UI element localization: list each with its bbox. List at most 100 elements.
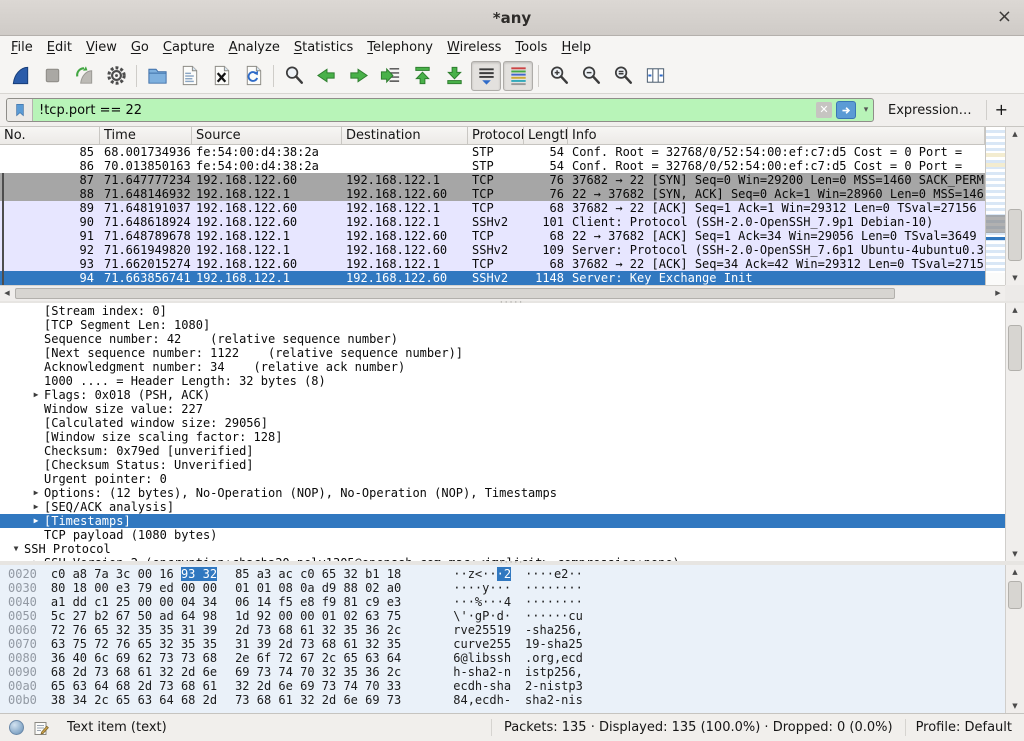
column-header-destination[interactable]: Destination xyxy=(342,127,468,144)
detail-item[interactable]: Acknowledgment number: 34 (relative ack … xyxy=(0,360,1005,374)
scroll-up-icon[interactable]: ▲ xyxy=(1006,565,1024,579)
column-header-length[interactable]: Length xyxy=(524,127,568,144)
detail-item[interactable]: Sequence number: 42 (relative sequence n… xyxy=(0,332,1005,346)
column-header-source[interactable]: Source xyxy=(192,127,342,144)
packet-row[interactable]: 9371.662015274192.168.122.60192.168.122.… xyxy=(0,257,985,271)
window-close-button[interactable]: × xyxy=(997,0,1012,34)
auto-scroll-icon[interactable] xyxy=(471,61,501,91)
zoom-in-icon[interactable] xyxy=(544,61,574,91)
hex-row[interactable]: 00b038 34 2c 65 63 64 68 2d73 68 61 32 2… xyxy=(0,693,1005,707)
detail-item[interactable]: ▼SSH Protocol xyxy=(0,542,1005,556)
scroll-down-icon[interactable]: ▼ xyxy=(1006,271,1024,285)
expander-down-icon[interactable]: ▼ xyxy=(8,542,24,556)
hex-row[interactable]: 009068 2d 73 68 61 32 2d 6e69 73 74 70 3… xyxy=(0,665,1005,679)
detail-item[interactable]: ▶Options: (12 bytes), No-Operation (NOP)… xyxy=(0,486,1005,500)
detail-item[interactable]: TCP payload (1080 bytes) xyxy=(0,528,1005,542)
expander-right-icon[interactable]: ▶ xyxy=(28,388,44,402)
find-packet-icon[interactable] xyxy=(279,61,309,91)
colorize-icon[interactable] xyxy=(503,61,533,91)
detail-item[interactable]: [Window size scaling factor: 128] xyxy=(0,430,1005,444)
open-file-icon[interactable] xyxy=(142,61,172,91)
save-file-icon[interactable] xyxy=(174,61,204,91)
packet-row[interactable]: 8971.648191037192.168.122.60192.168.122.… xyxy=(0,201,985,215)
close-file-icon[interactable] xyxy=(206,61,236,91)
packet-row[interactable]: 9071.648618924192.168.122.60192.168.122.… xyxy=(0,215,985,229)
intelligent-scrollbar-minimap[interactable] xyxy=(985,127,1005,285)
expert-info-icon[interactable] xyxy=(9,720,24,735)
detail-item[interactable]: ▶[SEQ/ACK analysis] xyxy=(0,500,1005,514)
scroll-up-icon[interactable]: ▲ xyxy=(1006,127,1024,141)
detail-item[interactable]: 1000 .... = Header Length: 32 bytes (8) xyxy=(0,374,1005,388)
packet-row[interactable]: 8771.647777234192.168.122.60192.168.122.… xyxy=(0,173,985,187)
column-header-time[interactable]: Time xyxy=(100,127,192,144)
go-forward-icon[interactable] xyxy=(343,61,373,91)
packet-row[interactable]: 8670.013850163fe:54:00:d4:38:2aSTP54Conf… xyxy=(0,159,985,173)
display-filter-value[interactable]: !tcp.port == 22 xyxy=(33,103,816,118)
menu-view[interactable]: View xyxy=(79,40,124,55)
hex-row[interactable]: 008036 40 6c 69 62 73 73 682e 6f 72 67 2… xyxy=(0,651,1005,665)
packet-row[interactable]: 8871.648146932192.168.122.1192.168.122.6… xyxy=(0,187,985,201)
column-header-info[interactable]: Info xyxy=(568,127,985,144)
hex-row[interactable]: 00a065 63 64 68 2d 73 68 6132 2d 6e 69 7… xyxy=(0,679,1005,693)
hex-row[interactable]: 006072 76 65 32 35 35 31 392d 73 68 61 3… xyxy=(0,623,1005,637)
go-back-icon[interactable] xyxy=(311,61,341,91)
packet-row[interactable]: 9471.663856741192.168.122.1192.168.122.6… xyxy=(0,271,985,285)
detail-item[interactable]: ▶[Timestamps] xyxy=(0,514,1005,528)
start-capture-icon[interactable] xyxy=(5,61,35,91)
scroll-up-icon[interactable]: ▲ xyxy=(1006,303,1024,317)
filter-clear-button[interactable]: ✕ xyxy=(816,102,832,118)
menu-statistics[interactable]: Statistics xyxy=(287,40,360,55)
menu-edit[interactable]: Edit xyxy=(40,40,79,55)
menu-file[interactable]: File xyxy=(4,40,40,55)
filter-add-button[interactable]: + xyxy=(986,100,1018,120)
scrollbar-thumb[interactable] xyxy=(1008,581,1022,609)
menu-go[interactable]: Go xyxy=(124,40,156,55)
zoom-original-icon[interactable] xyxy=(608,61,638,91)
packet-row[interactable]: 8568.001734936fe:54:00:d4:38:2aSTP54Conf… xyxy=(0,145,985,159)
menu-wireless[interactable]: Wireless xyxy=(440,40,508,55)
hex-row[interactable]: 007063 75 72 76 65 32 35 3531 39 2d 73 6… xyxy=(0,637,1005,651)
menu-capture[interactable]: Capture xyxy=(156,40,222,55)
expander-right-icon[interactable]: ▶ xyxy=(28,500,44,514)
hex-row[interactable]: 0020c0 a8 7a 3c 00 16 93 3285 a3 ac c0 6… xyxy=(0,567,1005,581)
detail-item[interactable]: [Calculated window size: 29056] xyxy=(0,416,1005,430)
packet-row[interactable]: 9271.661949820192.168.122.1192.168.122.6… xyxy=(0,243,985,257)
detail-item[interactable]: Urgent pointer: 0 xyxy=(0,472,1005,486)
filter-history-dropdown[interactable]: ▾ xyxy=(859,105,873,115)
expander-right-icon[interactable]: ▶ xyxy=(28,514,44,528)
reload-file-icon[interactable] xyxy=(238,61,268,91)
go-to-packet-icon[interactable] xyxy=(375,61,405,91)
menu-analyze[interactable]: Analyze xyxy=(222,40,287,55)
scrollbar-thumb[interactable] xyxy=(1008,325,1022,371)
resize-columns-icon[interactable] xyxy=(640,61,670,91)
display-filter-field[interactable]: !tcp.port == 22 ✕ ▾ xyxy=(6,98,874,122)
zoom-out-icon[interactable] xyxy=(576,61,606,91)
scrollbar-thumb[interactable] xyxy=(1008,209,1022,261)
detail-item[interactable]: [TCP Segment Len: 1080] xyxy=(0,318,1005,332)
hex-row[interactable]: 0040a1 dd c1 25 00 00 04 3406 14 f5 e8 f… xyxy=(0,595,1005,609)
expression-button[interactable]: Expression… xyxy=(880,103,980,118)
hex-row[interactable]: 00505c 27 b2 67 50 ad 64 981d 92 00 00 0… xyxy=(0,609,1005,623)
detail-item[interactable]: [Stream index: 0] xyxy=(0,304,1005,318)
titlebar[interactable]: *any × xyxy=(0,0,1024,36)
detail-item[interactable]: [Next sequence number: 1122 (relative se… xyxy=(0,346,1005,360)
scroll-right-icon[interactable]: ▶ xyxy=(991,286,1005,301)
hex-row[interactable]: 003080 18 00 e3 79 ed 00 0001 01 08 0a d… xyxy=(0,581,1005,595)
detail-item[interactable]: ▶Flags: 0x018 (PSH, ACK) xyxy=(0,388,1005,402)
details-vscrollbar[interactable]: ▲ ▼ xyxy=(1005,303,1024,561)
capture-comment-icon[interactable] xyxy=(33,720,49,736)
packet-row[interactable]: 9171.648789678192.168.122.1192.168.122.6… xyxy=(0,229,985,243)
restart-capture-icon[interactable] xyxy=(69,61,99,91)
bytes-vscrollbar[interactable]: ▲ ▼ xyxy=(1005,565,1024,713)
go-first-icon[interactable] xyxy=(407,61,437,91)
detail-item[interactable]: Checksum: 0x79ed [unverified] xyxy=(0,444,1005,458)
expander-right-icon[interactable]: ▶ xyxy=(28,486,44,500)
detail-item[interactable]: Window size value: 227 xyxy=(0,402,1005,416)
scroll-left-icon[interactable]: ◀ xyxy=(0,286,14,301)
detail-item[interactable]: [Checksum Status: Unverified] xyxy=(0,458,1005,472)
status-profile[interactable]: Profile: Default xyxy=(905,719,1022,736)
column-header-protocol[interactable]: Protocol xyxy=(468,127,524,144)
go-last-icon[interactable] xyxy=(439,61,469,91)
packet-list-vscrollbar[interactable]: ▲ ▼ xyxy=(1005,127,1024,285)
filter-bookmark-button[interactable] xyxy=(7,99,33,121)
